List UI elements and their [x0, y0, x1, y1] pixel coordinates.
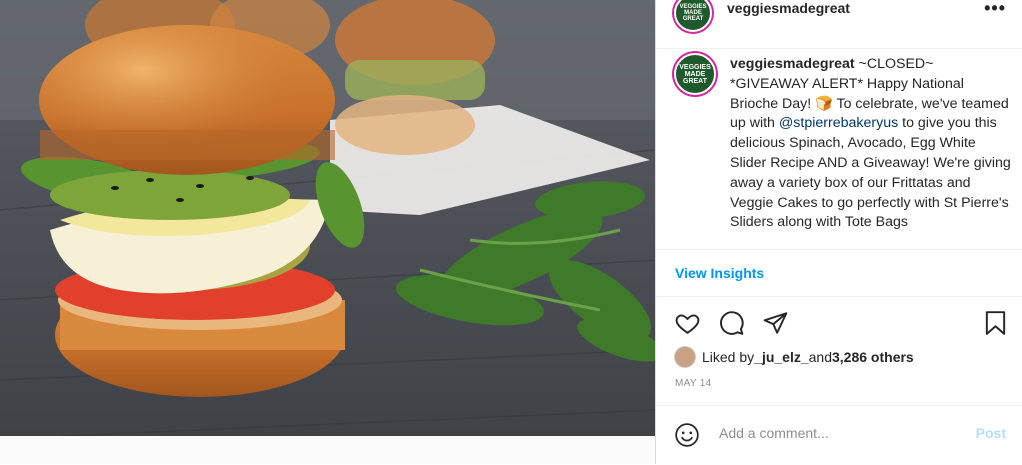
- bookmark-icon[interactable]: [982, 310, 1009, 341]
- action-bar: [674, 310, 1010, 338]
- post-header: VEGGIES MADE GREAT veggiesmadegreat •••: [656, 0, 1022, 49]
- caption-username[interactable]: veggiesmadegreat: [730, 56, 855, 72]
- likes-summary: Liked by _ju_elz_ and 3,286 others: [674, 346, 914, 368]
- mention-link[interactable]: @stpierrebakeryus: [779, 115, 898, 131]
- photo-bottom-strip: [0, 436, 655, 464]
- liker-avatar[interactable]: [674, 346, 696, 368]
- post-date[interactable]: MAY 14: [675, 378, 711, 389]
- comment-bar: Post: [656, 405, 1022, 465]
- caption-text: veggiesmadegreat ~CLOSED~ *GIVEAWAY ALER…: [730, 55, 1012, 233]
- comment-input[interactable]: [717, 424, 961, 442]
- share-icon[interactable]: [762, 310, 789, 341]
- post-photo[interactable]: [0, 0, 655, 436]
- emoji-icon[interactable]: [674, 422, 700, 453]
- caption-section: VEGGIES MADE GREAT veggiesmadegreat ~CLO…: [656, 49, 1022, 249]
- post-side-panel: VEGGIES MADE GREAT veggiesmadegreat ••• …: [655, 0, 1022, 464]
- comment-icon[interactable]: [718, 310, 745, 341]
- divider: [656, 249, 1022, 250]
- likes-count[interactable]: 3,286 others: [832, 349, 914, 365]
- more-icon[interactable]: •••: [984, 0, 1006, 19]
- heart-icon[interactable]: [674, 310, 701, 341]
- profile-avatar[interactable]: VEGGIES MADE GREAT: [674, 0, 712, 32]
- caption-body-rest: to give you this delicious Spinach, Avoc…: [730, 115, 1011, 231]
- avatar-logo-text: VEGGIES MADE GREAT: [679, 4, 707, 22]
- header-username[interactable]: veggiesmadegreat: [727, 0, 850, 16]
- liked-by-and: and: [808, 349, 832, 365]
- view-insights-link[interactable]: View Insights: [675, 265, 764, 281]
- caption-avatar[interactable]: VEGGIES MADE GREAT: [674, 53, 716, 95]
- liked-by-user[interactable]: _ju_elz_: [754, 349, 808, 365]
- liked-by-prefix: Liked by: [702, 349, 755, 365]
- post-comment-button[interactable]: Post: [976, 425, 1006, 441]
- divider: [656, 296, 1022, 297]
- caption-avatar-logo-text: VEGGIES MADE GREAT: [679, 63, 711, 85]
